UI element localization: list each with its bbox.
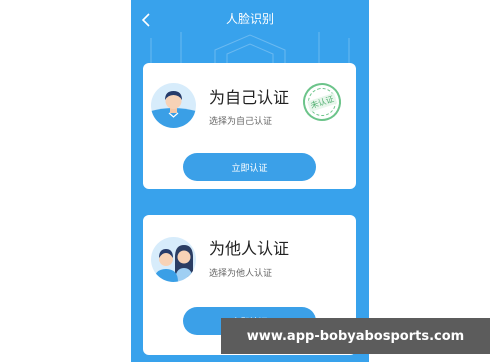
other-verify-subtitle: 选择为他人认证: [209, 269, 273, 279]
male-avatar-icon: [151, 83, 196, 128]
self-verify-card: 为自己认证 选择为自己认证 未认证 立即认证: [143, 63, 356, 189]
couple-avatar-icon: [151, 237, 196, 282]
nav-bar: 人脸识别: [131, 0, 369, 40]
verify-self-button[interactable]: 立即认证: [183, 153, 316, 181]
stamp-label: 未认证: [306, 92, 338, 112]
self-verify-heading: 为自己认证: [209, 88, 290, 107]
unverified-stamp-icon: 未认证: [298, 78, 346, 126]
other-verify-heading: 为他人认证: [209, 239, 290, 258]
app-screen: 人脸识别 为自己认证 选择为自己认证 未认证 立即认证 为他人认证 选择为他人认…: [131, 0, 369, 362]
page-title: 人脸识别: [225, 12, 274, 26]
self-verify-subtitle: 选择为自己认证: [209, 117, 273, 127]
watermark-banner: www.app-bobyabosports.com: [221, 318, 490, 354]
